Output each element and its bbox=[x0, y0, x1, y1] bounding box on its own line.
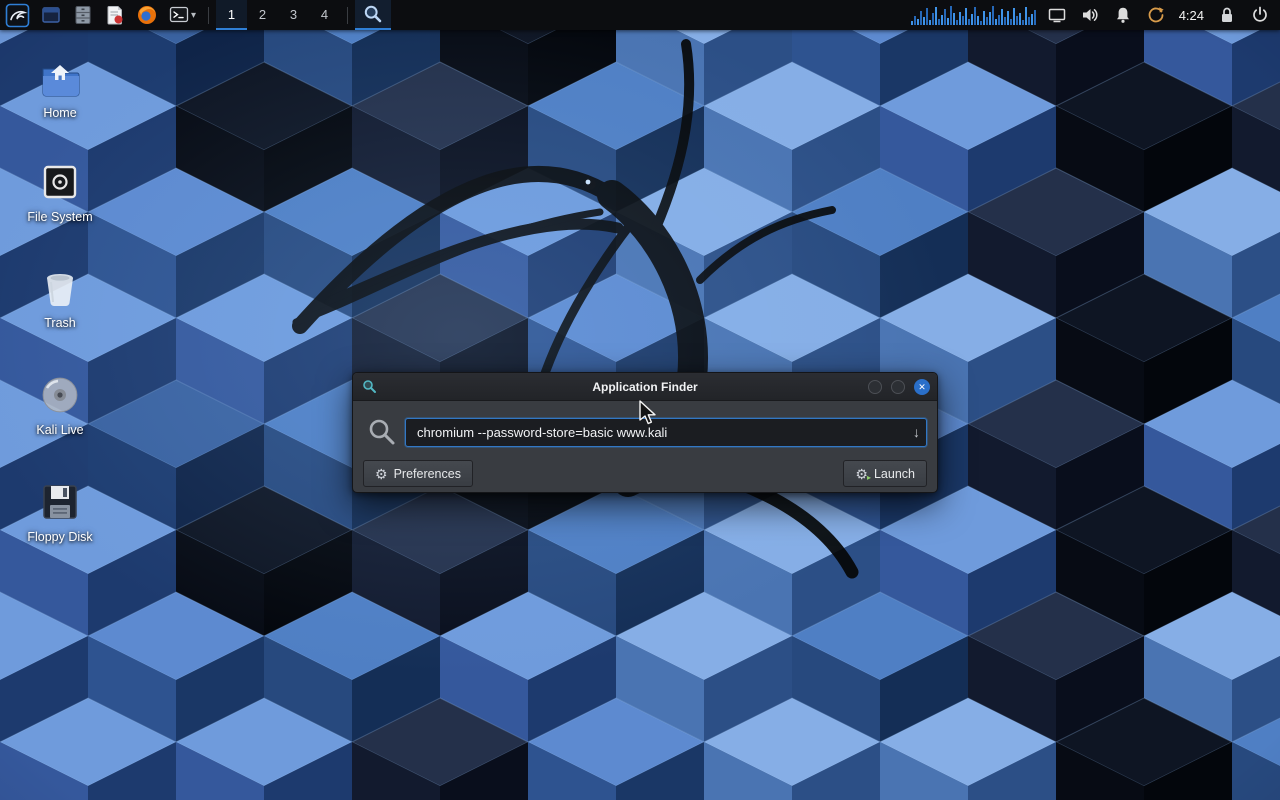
terminal-icon bbox=[168, 4, 190, 26]
launch-button[interactable]: ⚙▸ Launch bbox=[843, 460, 927, 487]
taskbar-application-finder[interactable] bbox=[355, 0, 391, 30]
dialog-body: ↓ ⚙ Preferences ⚙▸ Launch bbox=[353, 417, 937, 487]
history-dropdown-icon[interactable]: ↓ bbox=[913, 425, 920, 439]
launcher-firefox[interactable] bbox=[131, 0, 163, 30]
launch-label: Launch bbox=[874, 467, 915, 481]
close-icon: ✕ bbox=[918, 379, 926, 395]
optical-disc-icon bbox=[38, 373, 82, 417]
applications-menu-button[interactable] bbox=[0, 0, 35, 30]
window-title: Application Finder bbox=[353, 380, 937, 394]
launcher-file-manager[interactable] bbox=[67, 0, 99, 30]
desktop: Home File System Trash Kali Live bbox=[0, 0, 1280, 800]
volume-icon[interactable] bbox=[1080, 5, 1100, 25]
updates-icon[interactable] bbox=[1146, 5, 1166, 25]
document-icon bbox=[104, 4, 126, 26]
chevron-down-icon: ▾ bbox=[191, 10, 196, 21]
floppy-disk-icon bbox=[38, 480, 82, 524]
logout-power-icon[interactable] bbox=[1250, 5, 1270, 25]
desktop-icon-label: Home bbox=[8, 106, 112, 120]
command-input-wrap: ↓ bbox=[405, 418, 927, 447]
top-panel: ▾ 1 2 3 4 bbox=[0, 0, 1280, 30]
clock[interactable]: 4:24 bbox=[1179, 8, 1204, 23]
launcher-terminal[interactable]: ▾ bbox=[163, 0, 201, 30]
notifications-bell-icon[interactable] bbox=[1113, 5, 1133, 25]
application-finder-window: Application Finder ✕ ↓ ⚙ bbox=[352, 372, 938, 493]
panel-separator bbox=[347, 7, 348, 24]
panel-launchers: ▾ bbox=[0, 0, 201, 30]
workspace-4[interactable]: 4 bbox=[309, 0, 340, 30]
system-tray: 4:24 bbox=[1043, 0, 1280, 30]
preferences-label: Preferences bbox=[394, 467, 461, 481]
run-icon: ⚙▸ bbox=[855, 467, 868, 481]
launcher-window[interactable] bbox=[35, 0, 67, 30]
lock-screen-icon[interactable] bbox=[1217, 5, 1237, 25]
desktop-icon-label: Kali Live bbox=[8, 423, 112, 437]
workspace-2[interactable]: 2 bbox=[247, 0, 278, 30]
workspace-switcher: 1 2 3 4 bbox=[216, 0, 340, 30]
run-play-icon: ▸ bbox=[867, 474, 871, 482]
audio-spectrum-widget bbox=[911, 3, 1037, 27]
desktop-icon-home[interactable]: Home bbox=[8, 56, 112, 120]
home-folder-icon bbox=[38, 56, 82, 100]
minimize-button[interactable] bbox=[868, 380, 882, 394]
desktop-icon-trash[interactable]: Trash bbox=[8, 266, 112, 330]
workspace-1[interactable]: 1 bbox=[216, 0, 247, 30]
trash-icon bbox=[38, 266, 82, 310]
window-icon bbox=[40, 4, 62, 26]
desktop-icon-label: File System bbox=[8, 210, 112, 224]
desktop-icon-kali-live[interactable]: Kali Live bbox=[8, 373, 112, 437]
desktop-icon-label: Floppy Disk bbox=[8, 530, 112, 544]
close-button[interactable]: ✕ bbox=[914, 379, 930, 395]
firefox-icon bbox=[136, 4, 158, 26]
kali-menu-icon bbox=[5, 3, 30, 28]
application-finder-task-icon bbox=[363, 4, 383, 24]
maximize-button[interactable] bbox=[891, 380, 905, 394]
titlebar[interactable]: Application Finder ✕ bbox=[353, 373, 937, 401]
panel-separator bbox=[208, 7, 209, 24]
display-icon[interactable] bbox=[1047, 5, 1067, 25]
desktop-icon-file-system[interactable]: File System bbox=[8, 160, 112, 224]
file-system-drive-icon bbox=[38, 160, 82, 204]
workspace-3[interactable]: 3 bbox=[278, 0, 309, 30]
launcher-text-editor[interactable] bbox=[99, 0, 131, 30]
application-finder-window-icon bbox=[362, 379, 377, 394]
preferences-button[interactable]: ⚙ Preferences bbox=[363, 460, 473, 487]
file-cabinet-icon bbox=[72, 4, 94, 26]
window-controls: ✕ bbox=[868, 373, 930, 400]
gear-icon: ⚙ bbox=[375, 467, 388, 481]
desktop-icon-label: Trash bbox=[8, 316, 112, 330]
search-icon bbox=[367, 417, 397, 447]
command-input[interactable] bbox=[405, 418, 927, 447]
desktop-icon-floppy-disk[interactable]: Floppy Disk bbox=[8, 480, 112, 544]
